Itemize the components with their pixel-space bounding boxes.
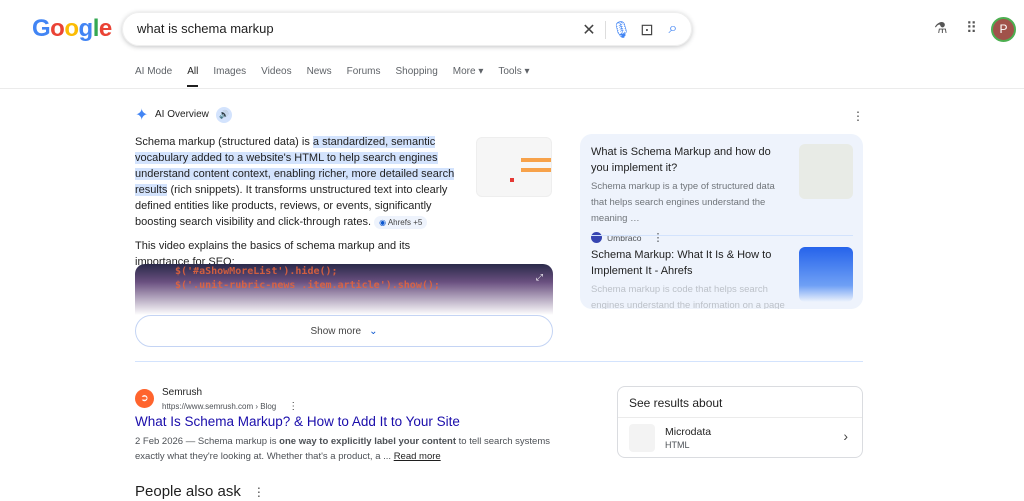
expand-icon[interactable]: ⤢ [536, 272, 543, 283]
source-site: Umbraco [607, 232, 642, 243]
see-results-item[interactable]: Microdata HTML › [618, 418, 862, 458]
see-results-card: See results about Microdata HTML › [617, 386, 863, 458]
result-title-link[interactable]: What Is Schema Markup? & How to Add It t… [135, 414, 460, 429]
labs-icon[interactable]: ⚗ [934, 19, 947, 37]
section-divider [135, 361, 863, 362]
snippet-bold: one way to explicitly label your content [279, 436, 457, 447]
result-url[interactable]: https://www.semrush.com › Blog ⋮ [162, 401, 298, 412]
tab-more[interactable]: More ▾ [453, 66, 484, 87]
result-site[interactable]: Semrush [162, 387, 202, 398]
ai-overview-text: Schema markup (structured data) is a sta… [135, 134, 455, 270]
item-title: Microdata [665, 426, 712, 438]
source-chip[interactable]: ◉ Ahrefs +5 [374, 216, 428, 229]
tab-images[interactable]: Images [213, 66, 246, 87]
source-title[interactable]: Schema Markup: What It Is & How to Imple… [591, 247, 791, 279]
paa-title: People also ask [135, 483, 241, 500]
clear-icon[interactable]: ✕ [579, 20, 599, 40]
microdata-thumbnail [629, 424, 655, 452]
chevron-right-icon: › [843, 428, 848, 444]
search-input[interactable] [137, 21, 557, 36]
show-more-button[interactable]: Show more ⌄ [135, 315, 553, 347]
video-code-line: $('.unit-rubric-news .item.article').sho… [175, 280, 440, 291]
tab-news[interactable]: News [307, 66, 332, 87]
snippet-text: — Schema markup is [183, 436, 280, 447]
avatar[interactable]: P [991, 17, 1016, 42]
read-more-link[interactable]: Read more [394, 451, 441, 462]
google-logo[interactable]: Google [32, 15, 112, 43]
more-options-icon[interactable]: ⋮ [288, 401, 298, 412]
avatar-letter: P [999, 22, 1008, 36]
tab-tools[interactable]: Tools ▾ [498, 66, 529, 87]
more-options-icon[interactable]: ⋮ [253, 485, 265, 499]
more-options-icon[interactable]: ⋮ [652, 231, 663, 244]
mic-icon[interactable]: 🎙 [611, 20, 631, 40]
search-tabs: AI Mode All Images Videos News Forums Sh… [135, 66, 545, 87]
tab-ai-mode[interactable]: AI Mode [135, 66, 172, 87]
source-chip-label: Ahrefs +5 [387, 218, 423, 227]
item-subtitle: HTML [665, 440, 690, 450]
ai-overview-title: AI Overview [155, 109, 209, 120]
result-url-text: https://www.semrush.com › Blog [162, 402, 277, 411]
search-icon[interactable]: ⌕ [663, 20, 683, 38]
source-card[interactable]: What is Schema Markup and how do you imp… [591, 144, 791, 244]
source-thumbnail [799, 247, 853, 302]
semrush-favicon-icon: ➲ [135, 389, 154, 408]
result-snippet: 2 Feb 2026 — Schema markup is one way to… [135, 434, 555, 464]
source-title[interactable]: What is Schema Markup and how do you imp… [591, 144, 791, 176]
tab-shopping[interactable]: Shopping [396, 66, 438, 87]
source-card[interactable]: Schema Markup: What It Is & How to Imple… [591, 247, 791, 309]
header-divider [0, 88, 1024, 89]
listen-icon[interactable]: 🔊 [216, 107, 232, 123]
video-code-line: $('#aShowMoreList').hide(); [175, 266, 338, 277]
more-options-icon[interactable]: ⋮ [852, 109, 864, 123]
tab-videos[interactable]: Videos [261, 66, 291, 87]
result-date: 2 Feb 2026 [135, 436, 184, 447]
tab-all[interactable]: All [187, 66, 199, 87]
show-more-label: Show more [310, 325, 362, 337]
ai-text-pre: Schema markup (structured data) is [135, 136, 313, 148]
lens-icon[interactable]: ⊡ [637, 20, 657, 40]
see-results-title: See results about [629, 396, 723, 410]
apps-icon[interactable]: ⠿ [966, 19, 977, 37]
ai-overview-thumbnail[interactable] [476, 137, 552, 197]
divider [591, 235, 853, 236]
divider [605, 21, 606, 39]
search-box[interactable]: ✕ 🎙 ⊡ ⌕ [122, 12, 692, 46]
people-also-ask-heading: People also ask ⋮ [135, 483, 265, 500]
source-snippet: Schema markup is code that helps search … [591, 284, 785, 309]
umbraco-favicon-icon [591, 232, 602, 243]
source-thumbnail [799, 144, 853, 199]
source-snippet: Schema markup is a type of structured da… [591, 181, 775, 224]
tab-forums[interactable]: Forums [347, 66, 381, 87]
gemini-sparkle-icon: ✦ [135, 107, 149, 124]
chevron-down-icon: ⌄ [369, 325, 378, 337]
sources-panel: What is Schema Markup and how do you imp… [580, 134, 863, 309]
